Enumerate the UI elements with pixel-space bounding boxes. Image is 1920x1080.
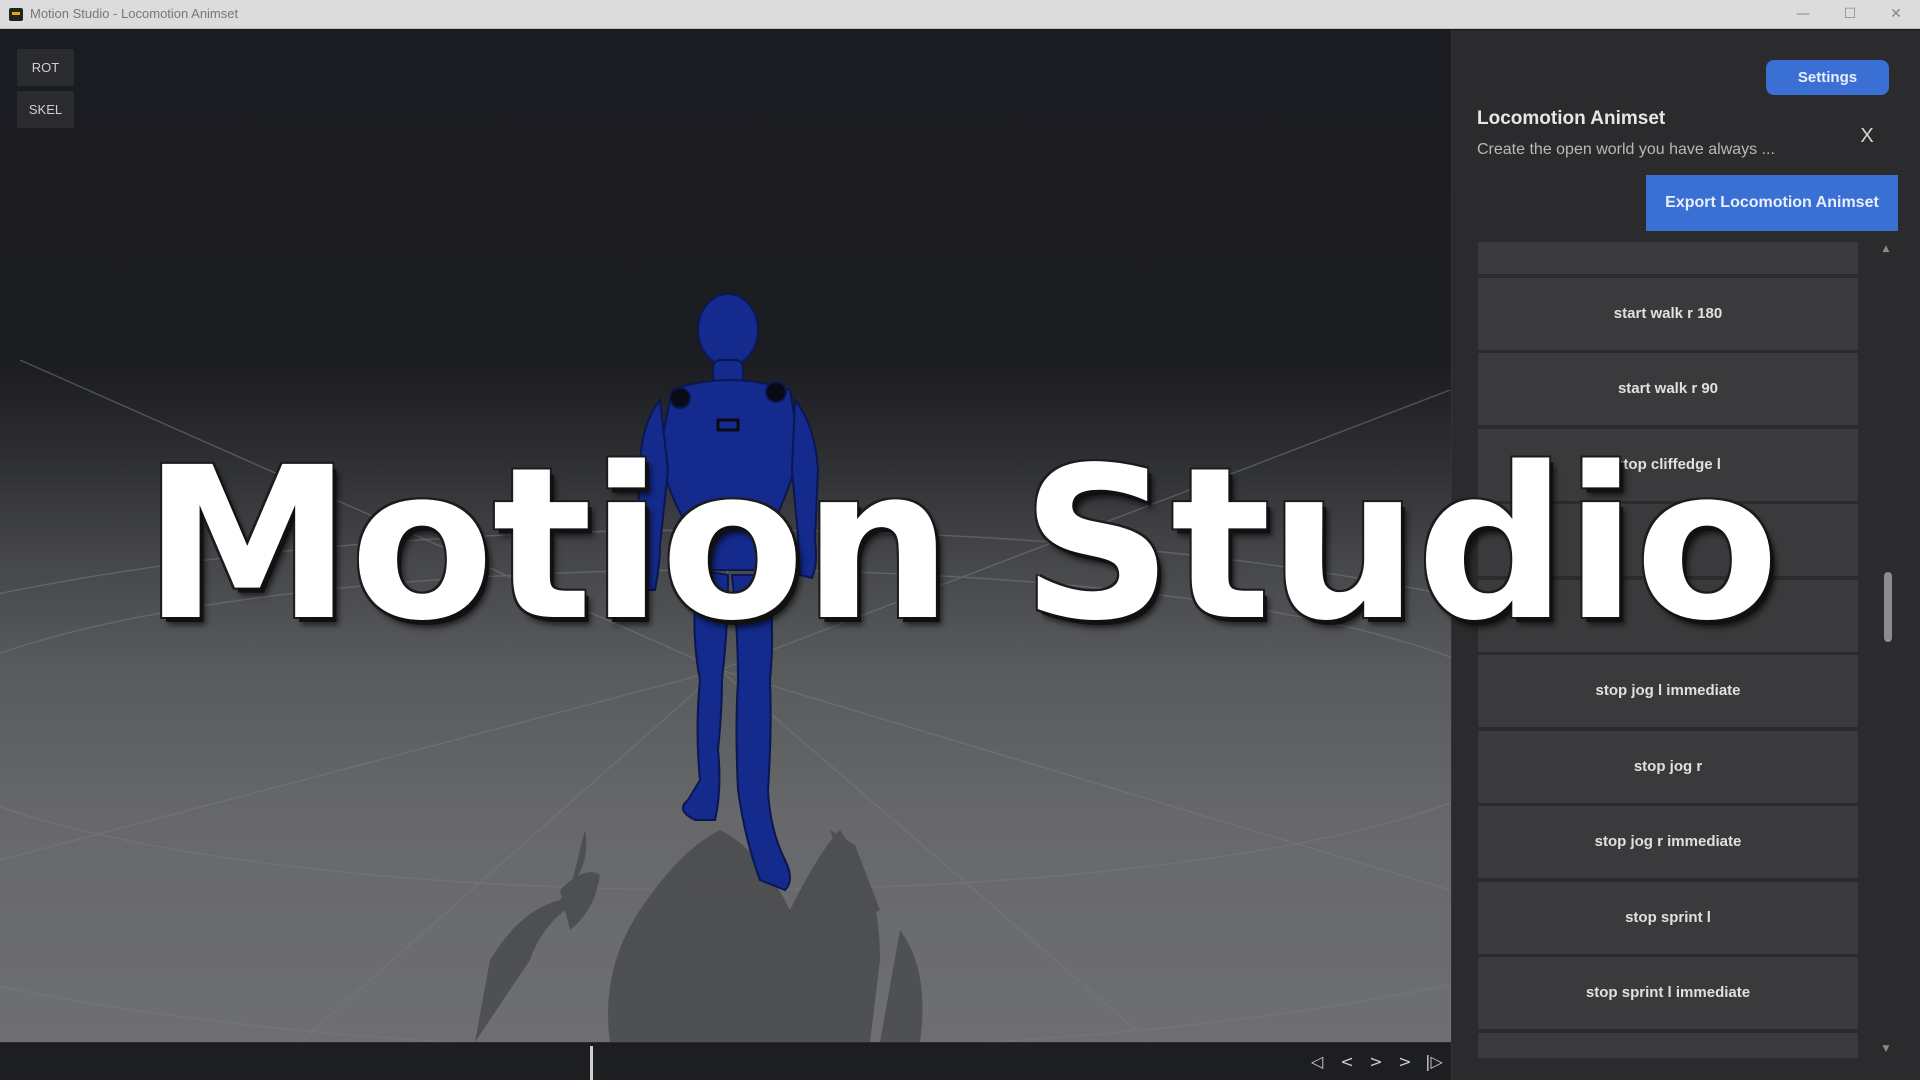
- panel-subtitle: Create the open world you have always ..…: [1477, 141, 1775, 158]
- character-shadow: [475, 830, 923, 1042]
- next-frame-icon[interactable]: >: [1394, 1051, 1416, 1073]
- panel-title: Locomotion Animset: [1477, 108, 1666, 129]
- scroll-up-icon[interactable]: ▲: [1880, 243, 1892, 255]
- list-item[interactable]: start walk r 180: [1478, 278, 1858, 350]
- play-icon[interactable]: >: [1365, 1051, 1387, 1073]
- list-item[interactable]: stop jog r immediate: [1478, 806, 1858, 878]
- list-item[interactable]: start walk r 90: [1478, 353, 1858, 425]
- rot-button[interactable]: ROT: [17, 49, 74, 86]
- skip-to-start-icon[interactable]: ◁: [1306, 1051, 1328, 1073]
- minimize-icon[interactable]: —: [1780, 3, 1826, 26]
- list-item[interactable]: start walk r 135: [1478, 242, 1858, 274]
- overlay-title: Motion Studio: [142, 422, 1779, 667]
- maximize-icon[interactable]: ☐: [1827, 3, 1873, 26]
- close-window-icon[interactable]: ✕: [1873, 3, 1919, 26]
- window-title: Motion Studio - Locomotion Animset: [30, 6, 239, 21]
- list-item[interactable]: stop jog r: [1478, 731, 1858, 803]
- list-item[interactable]: stop sprint l: [1478, 882, 1858, 954]
- list-item[interactable]: stop sprint l immediate: [1478, 957, 1858, 1029]
- list-item[interactable]: [1478, 1033, 1858, 1058]
- window-titlebar: Motion Studio - Locomotion Animset — ☐ ✕: [0, 0, 1920, 29]
- timeline-bar[interactable]: ◁ < > > |▷: [0, 1042, 1451, 1080]
- skip-to-end-icon[interactable]: |▷: [1423, 1051, 1445, 1073]
- app-icon: [9, 8, 23, 21]
- settings-button[interactable]: Settings: [1766, 60, 1889, 95]
- close-panel-button[interactable]: X: [1853, 122, 1881, 150]
- previous-frame-icon[interactable]: <: [1336, 1051, 1358, 1073]
- playhead[interactable]: [590, 1046, 593, 1080]
- scroll-down-icon[interactable]: ▼: [1880, 1043, 1892, 1055]
- export-animset-button[interactable]: Export Locomotion Animset: [1646, 175, 1898, 231]
- skel-button[interactable]: SKEL: [17, 91, 74, 128]
